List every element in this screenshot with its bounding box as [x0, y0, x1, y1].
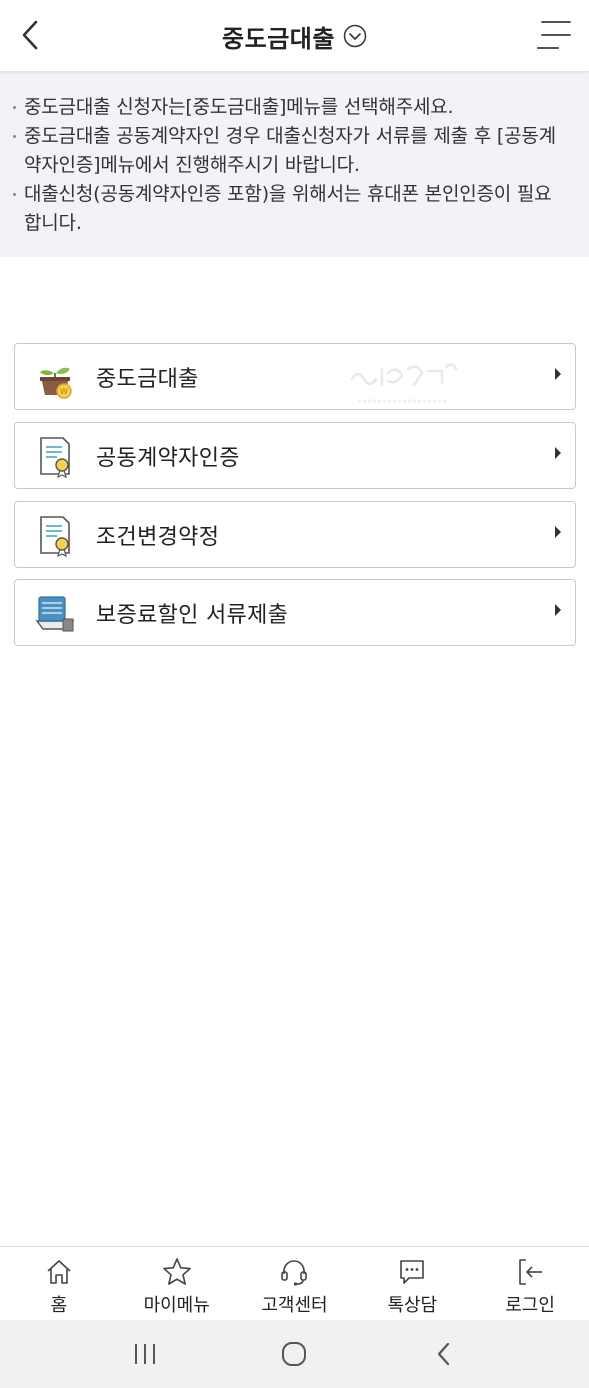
certificate-icon — [33, 513, 77, 557]
menu-item-label: 중도금대출 — [96, 366, 199, 392]
hamburger-icon-line — [541, 34, 571, 36]
certificate-icon — [33, 434, 77, 478]
caret-right-icon — [555, 604, 561, 616]
page-title: 중도금대출 — [222, 24, 335, 53]
login-icon — [515, 1257, 545, 1287]
svg-text:W: W — [60, 387, 68, 396]
system-nav-bar — [0, 1320, 589, 1388]
menu-item-label: 공동계약자인증 — [96, 445, 240, 471]
app-screen: 중도금대출 중도금대출 신청자는[중도금대출]메뉴를 선택해주세요. 중도금대출… — [0, 0, 589, 1388]
nav-label: 고객센터 — [261, 1295, 328, 1316]
notice-item: 대출신청(공동계약자인증 포함)을 위해서는 휴대폰 본인인증이 필요합니다. — [12, 180, 567, 238]
caret-right-icon — [555, 368, 561, 380]
nav-home[interactable]: 홈 — [0, 1247, 118, 1320]
watermark-logo — [350, 363, 458, 403]
chevron-down-circle-icon — [343, 24, 367, 48]
nav-login[interactable]: 로그인 — [471, 1247, 589, 1320]
hamburger-menu-button[interactable] — [537, 18, 571, 52]
nav-label: 마이메뉴 — [143, 1295, 210, 1316]
hamburger-icon-line — [541, 21, 571, 23]
home-icon — [44, 1257, 74, 1287]
title-area: 중도금대출 — [0, 18, 589, 54]
menu-item-label: 조건변경약정 — [96, 524, 220, 550]
menu-item-co-contractor-auth[interactable]: 공동계약자인증 — [14, 422, 576, 489]
title-dropdown-button[interactable] — [343, 24, 367, 48]
nav-label: 톡상담 — [387, 1295, 438, 1316]
menu-item-interim-loan[interactable]: W 중도금대출 — [14, 343, 576, 410]
notice-box: 중도금대출 신청자는[중도금대출]메뉴를 선택해주세요. 중도금대출 공동계약자… — [0, 71, 589, 257]
notice-item: 중도금대출 공동계약자인 경우 대출신청자가 서류를 제출 후 [공동계약자인증… — [12, 122, 567, 180]
bottom-nav: 홈 마이메뉴 고객센터 톡상담 로그인 — [0, 1246, 589, 1320]
hamburger-icon-line — [537, 47, 559, 49]
header: 중도금대출 — [0, 0, 589, 71]
system-back-button[interactable] — [414, 1334, 474, 1374]
caret-right-icon — [555, 526, 561, 538]
recent-apps-button[interactable] — [115, 1334, 175, 1374]
back-icon — [438, 1342, 450, 1366]
home-circle-icon — [282, 1342, 307, 1366]
menu-item-fee-discount-docs[interactable]: 보증료할인 서류제출 — [14, 579, 576, 646]
caret-right-icon — [555, 447, 561, 459]
nav-my-menu[interactable]: 마이메뉴 — [118, 1247, 236, 1320]
star-icon — [162, 1257, 192, 1287]
menu-item-label: 보증료할인 서류제출 — [96, 602, 289, 628]
chat-bubble-icon — [397, 1257, 427, 1287]
nav-customer-center[interactable]: 고객센터 — [236, 1247, 354, 1320]
nav-label: 로그인 — [505, 1295, 555, 1316]
nav-talk-consult[interactable]: 톡상담 — [353, 1247, 471, 1320]
document-stack-icon — [33, 591, 77, 635]
nav-label: 홈 — [50, 1295, 68, 1316]
menu-item-condition-change[interactable]: 조건변경약정 — [14, 501, 576, 568]
recent-apps-icon — [134, 1344, 155, 1364]
system-home-button[interactable] — [264, 1334, 324, 1374]
notice-item: 중도금대출 신청자는[중도금대출]메뉴를 선택해주세요. — [12, 93, 567, 122]
headset-icon — [279, 1257, 309, 1287]
plant-pot-coin-icon: W — [33, 355, 77, 399]
